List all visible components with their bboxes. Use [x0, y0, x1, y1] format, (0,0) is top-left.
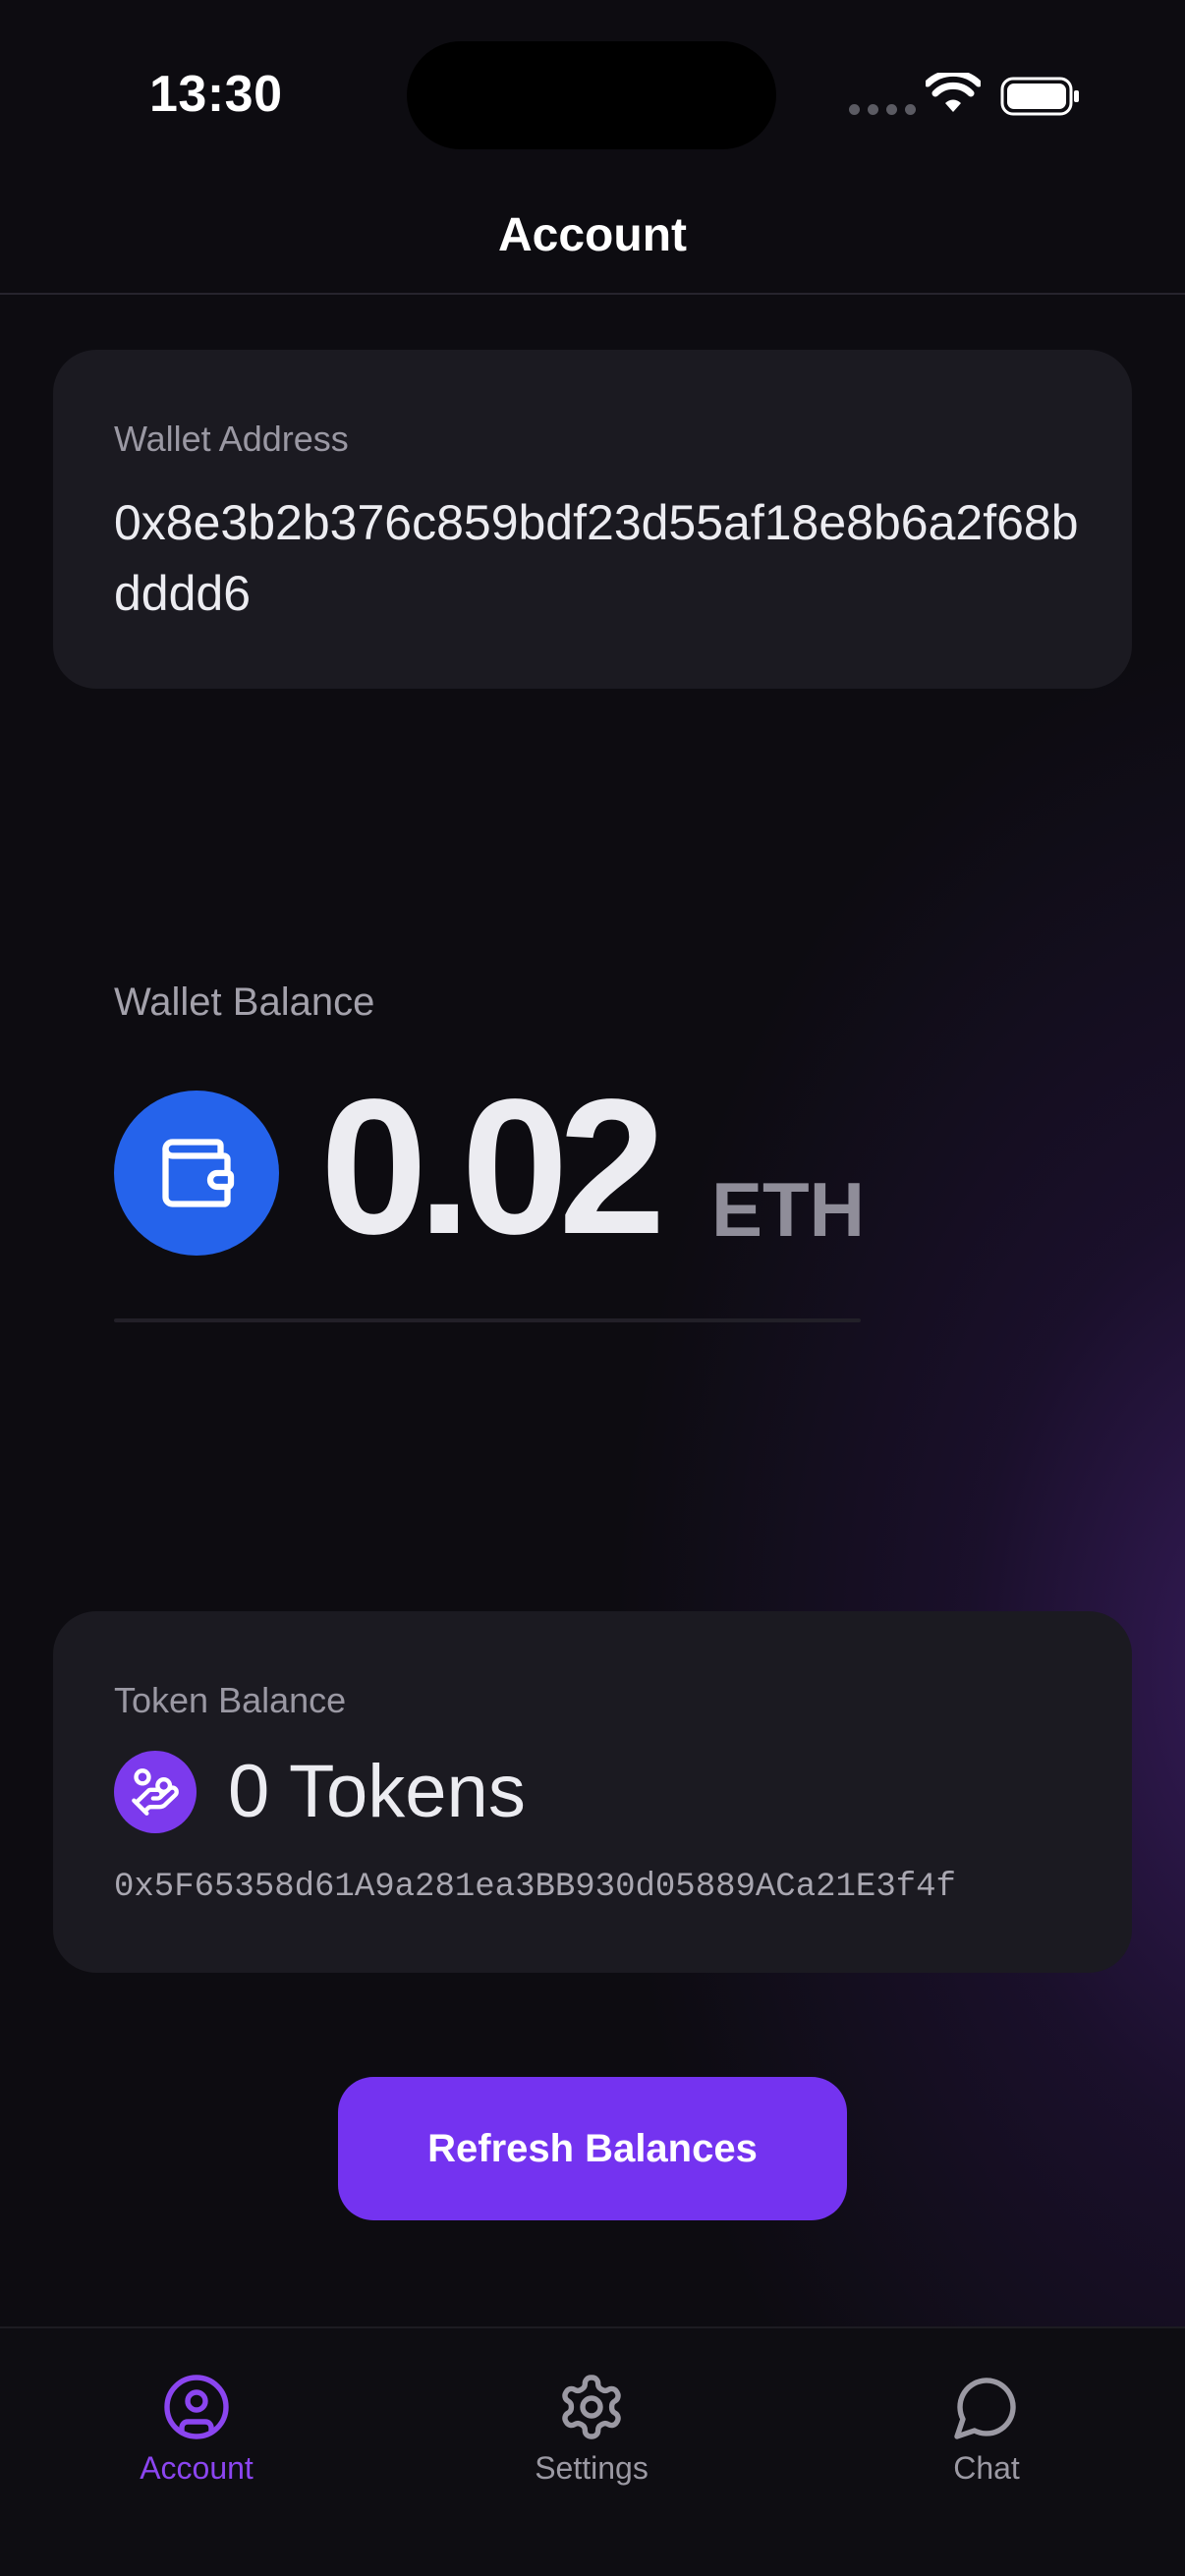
account-screen: 13:30 Account Wallet Address 0x8e3b2b376…	[0, 0, 1185, 2576]
tab-settings[interactable]: Settings	[474, 2372, 709, 2487]
gear-icon	[562, 2375, 621, 2439]
battery-icon	[1000, 77, 1079, 116]
page-title: Account	[498, 209, 687, 261]
token-badge	[114, 1751, 197, 1833]
cellular-signal-icon	[849, 104, 916, 115]
hand-coins-icon	[132, 1768, 179, 1816]
token-contract-address: 0x5F65358d61A9a281ea3BB930d05889ACa21E3f…	[114, 1869, 956, 1906]
tab-account-label: Account	[140, 2450, 254, 2486]
wallet-balance-value: 0.02	[320, 1059, 665, 1274]
tab-chat-label: Chat	[953, 2450, 1020, 2486]
status-bar: 13:30	[0, 0, 1185, 177]
chat-bubble-icon	[954, 2378, 1016, 2439]
token-balance-card: Token Balance 0 Tokens 0x5F65358d61A9a28…	[53, 1611, 1132, 1973]
token-balance-value: 0 Tokens	[228, 1750, 526, 1833]
wallet-badge	[114, 1091, 279, 1256]
user-circle-icon	[164, 2375, 229, 2439]
balance-divider	[114, 1318, 861, 1322]
wallet-balance-unit: ETH	[711, 1166, 865, 1253]
tab-account[interactable]: Account	[79, 2372, 314, 2487]
status-time: 13:30	[149, 66, 283, 123]
refresh-balances-button[interactable]: Refresh Balances	[338, 2077, 847, 2220]
wallet-balance-label: Wallet Balance	[114, 980, 375, 1024]
wallet-address-card: Wallet Address 0x8e3b2b376c859bdf23d55af…	[53, 350, 1132, 689]
wifi-icon	[926, 73, 981, 112]
wallet-icon	[162, 1139, 235, 1207]
dynamic-island	[407, 41, 776, 149]
tab-chat[interactable]: Chat	[869, 2372, 1104, 2487]
wallet-address-label: Wallet Address	[114, 419, 349, 459]
token-balance-label: Token Balance	[114, 1680, 347, 1720]
tab-settings-label: Settings	[535, 2450, 649, 2486]
wallet-address-value: 0x8e3b2b376c859bdf23d55af18e8b6a2f68bddd…	[114, 495, 1079, 621]
